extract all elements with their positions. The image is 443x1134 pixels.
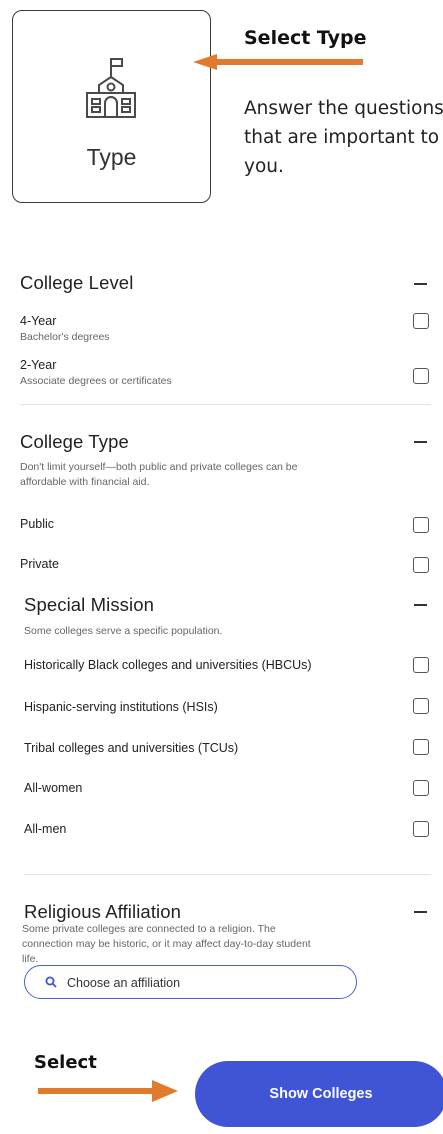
checkbox-hsi[interactable]: [413, 698, 429, 714]
type-card[interactable]: Type: [12, 10, 211, 203]
option-sub-2-year: Associate degrees or certificates: [20, 375, 172, 387]
checkbox-public[interactable]: [413, 517, 429, 533]
option-label-tcu: Tribal colleges and universities (TCUs): [24, 741, 239, 755]
show-colleges-button[interactable]: Show Colleges: [195, 1061, 443, 1127]
section-divider: [24, 874, 431, 875]
checkbox-hbcu[interactable]: [413, 657, 429, 673]
type-card-label: Type: [86, 144, 137, 170]
option-sub-4-year: Bachelor's degrees: [20, 331, 110, 343]
callout-arrow-left-icon: [193, 54, 363, 70]
option-label-hsi: Hispanic-serving institutions (HSIs): [24, 700, 218, 714]
checkbox-4-year[interactable]: [413, 313, 429, 329]
option-label-2-year: 2-Year: [20, 358, 57, 372]
option-label-hbcu: Historically Black colleges and universi…: [24, 658, 312, 672]
section-description-special-mission: Some colleges serve a specific populatio…: [24, 625, 223, 637]
collapse-minus-icon[interactable]: [414, 911, 427, 913]
collapse-minus-icon[interactable]: [414, 604, 427, 606]
checkbox-all-men[interactable]: [413, 821, 429, 837]
option-label-all-women: All-women: [24, 781, 83, 795]
school-building-icon: [86, 58, 136, 118]
section-description-college-type: Don't limit yourself—both public and pri…: [20, 461, 298, 488]
checkbox-tcu[interactable]: [413, 739, 429, 755]
option-label-4-year: 4-Year: [20, 314, 57, 328]
select-annotation-label: Select: [34, 1052, 97, 1073]
section-title-religious-affiliation: Religious Affiliation: [24, 901, 182, 922]
callout-body: Answer the questions that are important …: [244, 98, 443, 177]
affiliation-search[interactable]: [24, 965, 357, 999]
section-title-college-level: College Level: [20, 272, 134, 293]
collapse-minus-icon[interactable]: [414, 283, 427, 285]
section-divider: [20, 404, 431, 405]
callout-title: Select Type: [244, 27, 367, 49]
option-label-all-men: All-men: [24, 822, 67, 836]
checkbox-private[interactable]: [413, 557, 429, 573]
section-title-college-type: College Type: [20, 431, 129, 452]
checkbox-all-women[interactable]: [413, 780, 429, 796]
checkbox-2-year[interactable]: [413, 368, 429, 384]
option-label-public: Public: [20, 517, 55, 531]
option-label-private: Private: [20, 557, 59, 571]
callout-arrow-right-icon: [38, 1080, 178, 1102]
search-icon: [45, 976, 57, 988]
section-title-special-mission: Special Mission: [24, 594, 155, 615]
affiliation-search-input[interactable]: [65, 973, 349, 993]
collapse-minus-icon[interactable]: [414, 441, 427, 443]
section-description-religious-affiliation: Some private colleges are connected to a…: [22, 923, 311, 965]
